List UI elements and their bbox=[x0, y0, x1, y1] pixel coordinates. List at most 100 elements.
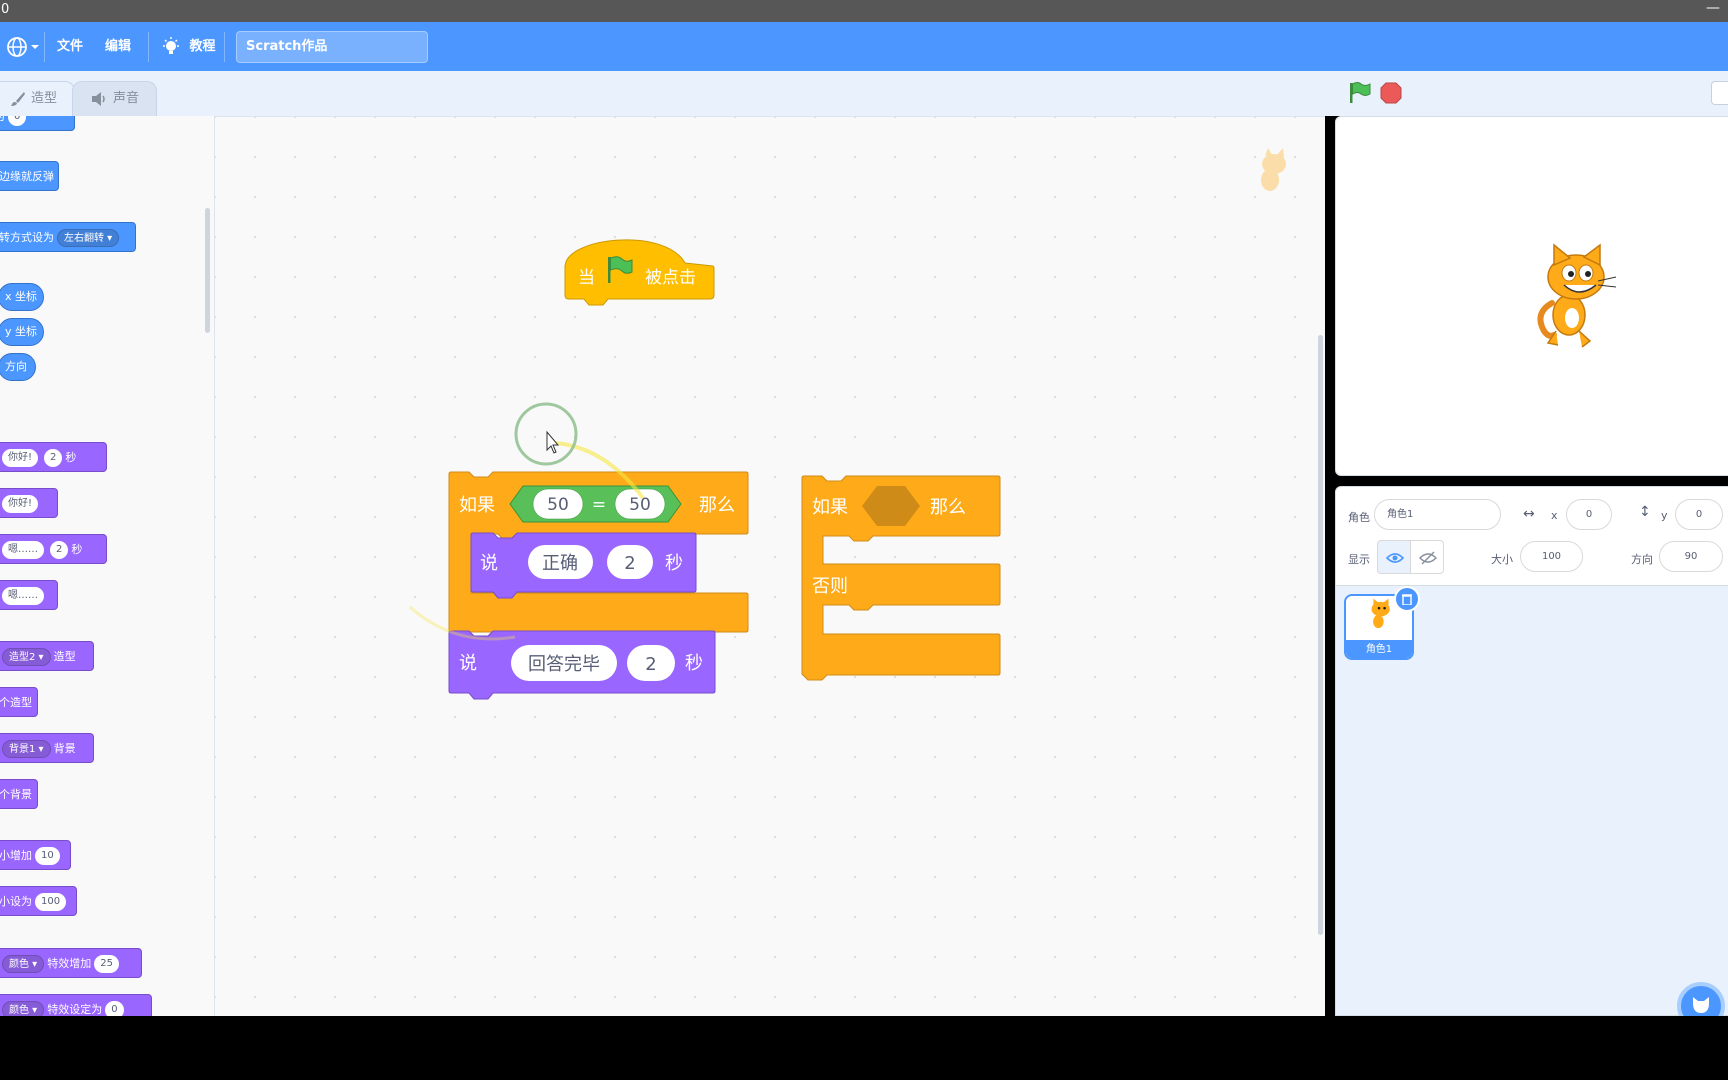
menu-bar: 文件 编辑 教程 Scratch作品 bbox=[0, 22, 1728, 71]
tutorials-button[interactable]: 教程 bbox=[161, 22, 216, 71]
speaker-icon bbox=[92, 92, 105, 106]
palette-block-set-rotation[interactable]: 设为0 bbox=[0, 116, 75, 131]
lightbulb-icon bbox=[163, 36, 179, 54]
palette-block-say[interactable]: 你好! bbox=[0, 488, 58, 518]
say-unit: 秒 bbox=[665, 553, 683, 574]
globe-icon bbox=[7, 37, 39, 57]
show-hidden-button[interactable] bbox=[1410, 540, 1444, 574]
palette-reporter-x[interactable]: x 坐标 bbox=[0, 283, 44, 311]
show-label: 显示 bbox=[1348, 553, 1370, 566]
if-label: 如果 bbox=[459, 495, 495, 516]
palette-block-next-backdrop[interactable]: 个背景 bbox=[0, 779, 38, 809]
tab-costumes[interactable]: 造型 bbox=[0, 81, 75, 116]
hat-prefix: 当 bbox=[578, 268, 595, 288]
palette-block-think[interactable]: 嗯…… bbox=[0, 580, 58, 610]
palette-block-bounce[interactable]: 边缘就反弹 bbox=[0, 161, 59, 191]
sprite-list-pane: 角色1 bbox=[1335, 586, 1728, 1030]
trash-icon bbox=[1402, 594, 1412, 606]
show-visible-button[interactable] bbox=[1377, 540, 1411, 574]
palette-block-set-size[interactable]: 小设为 100 bbox=[0, 886, 77, 916]
cat-sprite[interactable] bbox=[1524, 243, 1624, 353]
blocks-palette: 设为0 边缘就反弹 转方式设为左右翻转 ▾ x 坐标 y 坐标 方向 你好!2秒… bbox=[0, 116, 215, 1016]
effect-dropdown[interactable]: 颜色 ▾ bbox=[2, 955, 45, 973]
eye-slash-icon bbox=[1419, 551, 1437, 565]
language-menu[interactable] bbox=[6, 22, 40, 71]
window-title: 0 bbox=[1, 2, 10, 17]
stop-button[interactable] bbox=[1379, 81, 1403, 105]
palette-block-change-effect[interactable]: 颜色 ▾ 特效增加 25 bbox=[0, 948, 142, 978]
costume-dropdown[interactable]: 造型2 ▾ bbox=[2, 648, 51, 666]
stage-header bbox=[1332, 71, 1728, 116]
tab-sounds[interactable]: 声音 bbox=[72, 81, 157, 116]
project-title-input[interactable]: Scratch作品 bbox=[236, 31, 428, 63]
say-text-value: 正确 bbox=[542, 553, 578, 574]
say2-label: 说 bbox=[459, 653, 477, 674]
when-flag-clicked-block[interactable]: 当 被点击 bbox=[564, 239, 775, 306]
file-menu[interactable]: 文件 bbox=[57, 22, 83, 71]
sprite-name-input[interactable]: 角色1 bbox=[1374, 499, 1501, 530]
say-label: 说 bbox=[480, 553, 498, 574]
ifelse-if-label: 如果 bbox=[812, 497, 848, 518]
sprite-name-label: 角色 bbox=[1348, 511, 1370, 524]
ifelse-else-label: 否则 bbox=[812, 576, 848, 597]
stage[interactable] bbox=[1335, 116, 1728, 476]
stage-size-toggle[interactable] bbox=[1711, 81, 1728, 105]
palette-scrollbar[interactable] bbox=[205, 208, 210, 333]
eye-icon bbox=[1385, 553, 1405, 563]
tab-sounds-label: 声音 bbox=[113, 91, 140, 106]
palette-block-say-for[interactable]: 你好! 2 秒 bbox=[0, 442, 107, 472]
operator-equals: = bbox=[592, 495, 606, 515]
palette-reporter-y[interactable]: y 坐标 bbox=[0, 318, 44, 346]
hat-suffix: 被点击 bbox=[645, 268, 696, 288]
sprite-watermark-icon bbox=[1261, 148, 1286, 191]
edit-menu[interactable]: 编辑 bbox=[105, 22, 131, 71]
palette-block-next-costume[interactable]: 个造型 bbox=[0, 687, 38, 717]
if-then-block[interactable]: 如果 50 = 50 那么 说 正确 2 秒 bbox=[448, 471, 749, 638]
rotation-style-dropdown[interactable]: 左右翻转 ▾ bbox=[57, 229, 120, 247]
paintbrush-icon bbox=[11, 92, 25, 106]
x-arrow-icon: ↔ bbox=[1523, 506, 1535, 522]
operator-right-value: 50 bbox=[629, 495, 651, 515]
if-else-block[interactable]: 如果 那么 否则 bbox=[801, 475, 1001, 681]
say2-text-value: 回答完毕 bbox=[528, 654, 600, 675]
tutorials-label: 教程 bbox=[189, 39, 216, 54]
mouse-cursor-icon bbox=[546, 430, 560, 454]
scratch-editor: 0 — 文件 编辑 教程 Scratch作品 造型 声音 0 边缘就反弹 转方式… bbox=[0, 0, 1728, 1080]
script-area[interactable]: 当 被点击 如果 50 = 50 那么 说 正确 2 秒 说 回答完毕 2 秒 … bbox=[215, 116, 1519, 1017]
green-flag-button[interactable] bbox=[1348, 81, 1372, 105]
palette-block-set-effect[interactable]: 颜色 ▾ 特效设定为 0 bbox=[0, 994, 152, 1016]
size-label: 大小 bbox=[1491, 553, 1513, 566]
bottom-black-band bbox=[0, 1016, 1728, 1080]
palette-block-change-size[interactable]: 小增加 10 bbox=[0, 840, 71, 870]
say-secs-value: 2 bbox=[624, 553, 635, 574]
editor-tabs: 造型 声音 bbox=[0, 71, 1332, 116]
say2-unit: 秒 bbox=[685, 653, 703, 674]
say-for-secs-block[interactable]: 说 正确 2 秒 bbox=[470, 532, 697, 599]
script-area-scrollbar[interactable] bbox=[1318, 335, 1323, 935]
palette-block-think-for[interactable]: 嗯…… 2 秒 bbox=[0, 534, 107, 564]
say-answer-block[interactable]: 说 回答完毕 2 秒 bbox=[448, 630, 716, 700]
tab-costumes-label: 造型 bbox=[31, 91, 58, 106]
sprite-info-panel: 角色 角色1 ↔ x 0 ↕ y 0 显示 大小 100 方向 90 bbox=[1335, 486, 1728, 586]
sprite-thumbnail-label: 角色1 bbox=[1346, 640, 1412, 658]
cat-add-icon bbox=[1693, 997, 1709, 1013]
y-arrow-icon: ↕ bbox=[1639, 504, 1651, 520]
palette-reporter-direction[interactable]: 方向 bbox=[0, 353, 36, 381]
backdrop-dropdown[interactable]: 背景1 ▾ bbox=[2, 740, 51, 758]
ifelse-then-label: 那么 bbox=[930, 497, 966, 518]
say2-secs-value: 2 bbox=[645, 654, 656, 675]
then-label: 那么 bbox=[699, 495, 735, 516]
direction-input[interactable]: 90 bbox=[1659, 541, 1723, 572]
direction-label: 方向 bbox=[1631, 553, 1653, 566]
x-label: x bbox=[1551, 509, 1558, 522]
palette-block-rotation-style[interactable]: 转方式设为 左右翻转 ▾ bbox=[0, 222, 136, 252]
minimize-button[interactable]: — bbox=[1706, 0, 1720, 16]
size-input[interactable]: 100 bbox=[1520, 541, 1583, 572]
palette-block-switch-costume[interactable]: 造型2 ▾ 造型 bbox=[0, 641, 94, 671]
operator-left-value: 50 bbox=[547, 495, 569, 515]
delete-sprite-button[interactable] bbox=[1394, 586, 1420, 612]
palette-block-switch-backdrop[interactable]: 背景1 ▾ 背景 bbox=[0, 733, 94, 763]
effect-dropdown-2[interactable]: 颜色 ▾ bbox=[2, 1001, 45, 1016]
y-input[interactable]: 0 bbox=[1675, 499, 1723, 530]
x-input[interactable]: 0 bbox=[1566, 499, 1612, 530]
